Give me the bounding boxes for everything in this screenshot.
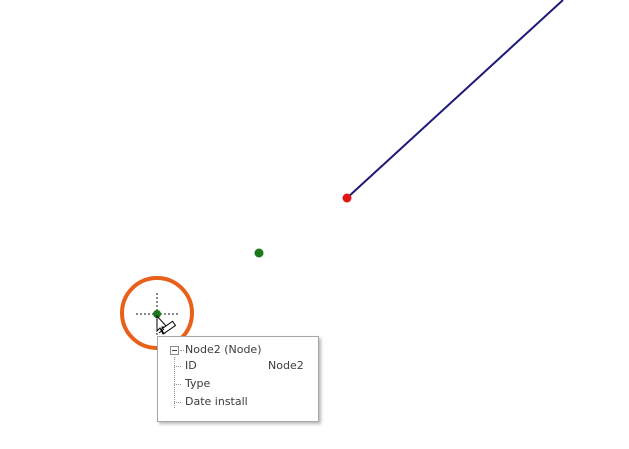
property-row: ID Node2 — [174, 359, 314, 373]
property-key: Type — [185, 377, 211, 390]
tree-root-label: Node2 (Node) — [185, 343, 262, 356]
node-marker[interactable] — [254, 248, 264, 258]
property-row: Date install — [174, 395, 314, 409]
selected-node-marker[interactable] — [342, 193, 352, 203]
property-key: Date install — [185, 395, 248, 408]
minus-box-icon[interactable] — [170, 346, 179, 355]
tree-connector — [180, 350, 184, 351]
property-value: Node2 — [268, 359, 304, 372]
property-row: Type — [174, 377, 314, 391]
node-info-tooltip: Node2 (Node) ID Node2 Type Date install — [157, 336, 319, 422]
pipe-edge[interactable] — [346, 0, 564, 199]
pointer-with-pipe-icon — [156, 314, 177, 335]
tree-connector — [174, 366, 181, 367]
tree-connector — [174, 384, 181, 385]
tree-connector — [174, 402, 181, 403]
property-key: ID — [185, 359, 197, 372]
